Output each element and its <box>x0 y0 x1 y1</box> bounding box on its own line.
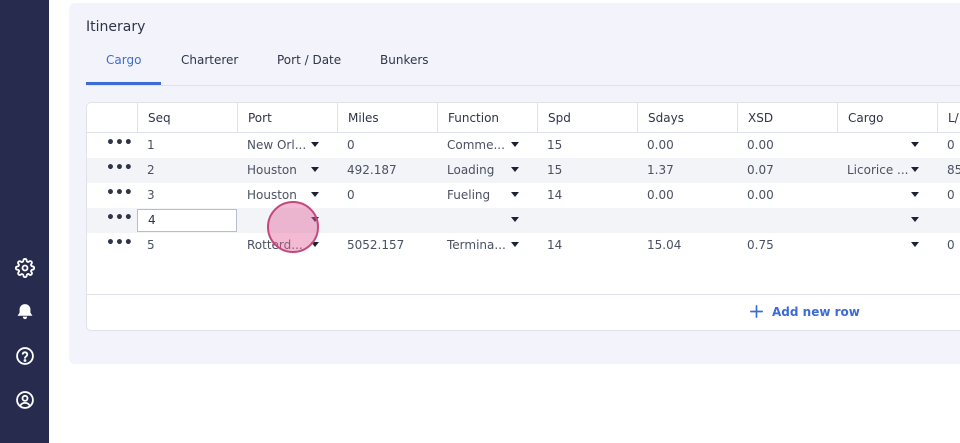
tab-charterer[interactable]: Charterer <box>181 53 238 67</box>
panel-title: Itinerary <box>86 19 146 35</box>
cell-sdays[interactable]: 0.00 <box>637 183 737 208</box>
cell-sdays[interactable]: 1.37 <box>637 158 737 183</box>
cell-l[interactable]: 0 <box>937 133 960 158</box>
table-row: ••• 2 Houston 492.187 Loading 15 1.37 0.… <box>87 158 960 183</box>
row-actions-button[interactable]: ••• <box>106 133 133 158</box>
cell-port[interactable]: New Orl... <box>237 133 312 158</box>
cell-spd[interactable]: 14 <box>537 233 637 258</box>
cell-spd[interactable] <box>537 208 637 233</box>
column-header-function[interactable]: Function <box>437 103 537 133</box>
cell-seq[interactable]: 2 <box>137 158 237 183</box>
column-header-port[interactable]: Port <box>237 103 337 133</box>
column-header-miles[interactable]: Miles <box>337 103 437 133</box>
column-header-sdays[interactable]: Sdays <box>637 103 737 133</box>
cell-function[interactable]: Comme... <box>437 133 512 158</box>
row-actions-button[interactable]: ••• <box>106 183 133 208</box>
table-row: ••• 3 Houston 0 Fueling 14 0.00 0.00 0 <box>87 183 960 208</box>
port-dropdown-icon[interactable] <box>311 192 319 197</box>
cell-seq[interactable]: 3 <box>137 183 237 208</box>
cell-miles[interactable]: 492.187 <box>337 158 437 183</box>
column-header-l[interactable]: L/ <box>937 103 960 133</box>
active-tab-indicator <box>86 82 161 85</box>
cell-port[interactable]: Houston <box>237 158 312 183</box>
function-dropdown-icon[interactable] <box>511 217 519 222</box>
tab-bunkers[interactable]: Bunkers <box>380 53 429 67</box>
help-icon[interactable] <box>15 346 35 366</box>
bell-icon[interactable] <box>15 302 35 322</box>
cell-xsd[interactable]: 0.00 <box>737 133 837 158</box>
seq-input[interactable]: 4 <box>137 209 237 232</box>
cell-function[interactable]: Termina... <box>437 233 512 258</box>
cell-miles[interactable]: 0 <box>337 183 437 208</box>
cell-spd[interactable]: 14 <box>537 183 637 208</box>
cell-sdays[interactable]: 15.04 <box>637 233 737 258</box>
cell-function[interactable]: Fueling <box>437 183 512 208</box>
cell-miles[interactable]: 5052.157 <box>337 233 437 258</box>
port-dropdown-icon[interactable] <box>311 142 319 147</box>
gear-icon[interactable] <box>15 258 35 278</box>
cell-cargo[interactable] <box>837 133 912 158</box>
cell-l[interactable]: 0 <box>937 233 960 258</box>
cargo-dropdown-icon[interactable] <box>911 192 919 197</box>
cargo-dropdown-icon[interactable] <box>911 217 919 222</box>
function-dropdown-icon[interactable] <box>511 142 519 147</box>
cell-miles[interactable] <box>337 208 437 233</box>
cell-sdays[interactable] <box>637 208 737 233</box>
cell-cargo[interactable] <box>837 183 912 208</box>
cell-cargo[interactable]: Licorice ... <box>837 158 912 183</box>
grid-header: Seq Port Miles Function Spd Sdays XSD Ca… <box>87 103 960 133</box>
plus-icon <box>750 305 763 318</box>
cell-miles[interactable]: 0 <box>337 133 437 158</box>
cargo-dropdown-icon[interactable] <box>911 242 919 247</box>
table-row: ••• 1 New Orl... 0 Comme... 15 0.00 0.00… <box>87 133 960 158</box>
cargo-dropdown-icon[interactable] <box>911 167 919 172</box>
cell-xsd[interactable]: 0.75 <box>737 233 837 258</box>
column-header-seq[interactable]: Seq <box>137 103 237 133</box>
cell-spd[interactable]: 15 <box>537 158 637 183</box>
tab-bar: Cargo Charterer Port / Date Bunkers <box>86 41 960 86</box>
tab-port-date[interactable]: Port / Date <box>277 53 341 67</box>
cell-l[interactable]: 85 <box>937 158 960 183</box>
cell-cargo[interactable] <box>837 233 912 258</box>
function-dropdown-icon[interactable] <box>511 242 519 247</box>
itinerary-panel: Itinerary Cargo Charterer Port / Date Bu… <box>69 3 960 364</box>
table-row: ••• 4 <box>87 208 960 233</box>
cell-xsd[interactable]: 0.07 <box>737 158 837 183</box>
cell-function[interactable]: Loading <box>437 158 512 183</box>
cell-xsd[interactable] <box>737 208 837 233</box>
cell-function[interactable] <box>437 208 512 233</box>
cell-l[interactable] <box>937 208 960 233</box>
row-actions-button[interactable]: ••• <box>106 158 133 183</box>
port-dropdown-icon[interactable] <box>311 167 319 172</box>
cell-seq[interactable]: 1 <box>137 133 237 158</box>
column-header-xsd[interactable]: XSD <box>737 103 837 133</box>
tab-cargo[interactable]: Cargo <box>106 53 141 67</box>
table-row: ••• 5 Rotterd... 5052.157 Termina... 14 … <box>87 233 960 258</box>
function-dropdown-icon[interactable] <box>511 192 519 197</box>
cell-cargo[interactable] <box>837 208 912 233</box>
user-icon[interactable] <box>15 390 35 410</box>
cell-seq[interactable]: 5 <box>137 233 237 258</box>
grid-footer: Add new row <box>87 294 960 330</box>
cell-spd[interactable]: 15 <box>537 133 637 158</box>
cell-sdays[interactable]: 0.00 <box>637 133 737 158</box>
cell-xsd[interactable]: 0.00 <box>737 183 837 208</box>
itinerary-grid: Seq Port Miles Function Spd Sdays XSD Ca… <box>86 102 960 331</box>
row-actions-button[interactable]: ••• <box>106 233 133 258</box>
click-indicator <box>267 201 319 253</box>
add-new-row-button[interactable]: Add new row <box>749 304 860 319</box>
add-new-row-label: Add new row <box>772 304 860 319</box>
row-actions-button[interactable]: ••• <box>106 208 133 233</box>
cargo-dropdown-icon[interactable] <box>911 142 919 147</box>
function-dropdown-icon[interactable] <box>511 167 519 172</box>
sidebar <box>0 0 49 443</box>
column-header-cargo[interactable]: Cargo <box>837 103 937 133</box>
column-header-spd[interactable]: Spd <box>537 103 637 133</box>
cell-l[interactable]: 0 <box>937 183 960 208</box>
